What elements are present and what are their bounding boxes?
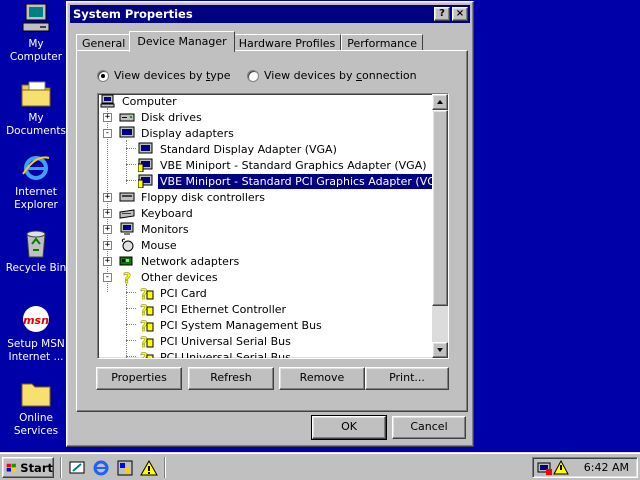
tree-item-computer[interactable]: Computer (100, 94, 179, 109)
tree-item-network-adapters[interactable]: Network adapters (119, 253, 241, 269)
desktop-icon-label: My Computer (9, 38, 63, 63)
start-button[interactable]: Start (2, 457, 54, 478)
internet-explorer-icon (19, 150, 53, 184)
tree-item-disk-drives[interactable]: Disk drives (119, 109, 204, 125)
tree-item-standard-display-adapter[interactable]: Standard Display Adapter (VGA) (138, 141, 339, 157)
tree-item-pci-smbus[interactable]: ? PCI System Management Bus (138, 317, 324, 336)
tray-device-icon[interactable] (537, 460, 553, 476)
start-label: Start (20, 460, 53, 475)
network-adapter-icon (119, 254, 135, 268)
msn-icon: msn (19, 302, 53, 336)
expand-icon[interactable]: + (103, 113, 112, 122)
monitor-warning-icon (137, 158, 154, 173)
windows-logo-icon (6, 463, 16, 472)
title-bar[interactable]: System Properties ? × (70, 5, 470, 23)
computer-icon (100, 94, 116, 108)
tree-item-keyboard[interactable]: Keyboard (119, 205, 195, 221)
svg-text:msn: msn (23, 314, 49, 327)
cancel-button[interactable]: Cancel (392, 416, 466, 439)
tree-item-display-adapters[interactable]: Display adapters (119, 125, 236, 141)
folder-icon (19, 376, 53, 410)
expand-icon[interactable]: + (103, 241, 112, 250)
tree-item-floppy-disk-controllers[interactable]: Floppy disk controllers (119, 189, 267, 205)
properties-button[interactable]: Properties (96, 367, 182, 390)
tree-item-vbe-miniport-pci[interactable]: VBE Miniport - Standard PCI Graphics Ada… (137, 172, 448, 190)
disk-drive-icon (119, 110, 135, 124)
window-title: System Properties (73, 7, 193, 21)
floppy-controller-icon (119, 190, 135, 204)
unknown-device-icon: ? (138, 286, 154, 303)
radio-button[interactable] (247, 69, 259, 82)
tab-device-manager[interactable]: Device Manager (129, 31, 235, 52)
tree-item-vbe-miniport-graphics[interactable]: VBE Miniport - Standard Graphics Adapter… (137, 157, 429, 173)
desktop-icon-my-computer[interactable]: My Computer (0, 2, 72, 64)
desktop-icon-setup-msn[interactable]: msn Setup MSN Internet ... (0, 302, 72, 364)
keyboard-icon (119, 206, 135, 220)
radio-view-by-type[interactable]: View devices by type (97, 69, 231, 82)
tree-item-other-devices[interactable]: ? Other devices (119, 269, 220, 288)
help-button[interactable]: ? (434, 7, 450, 21)
question-mark-icon: ? (119, 270, 135, 288)
ok-button[interactable]: OK (311, 415, 387, 440)
desktop-icon-label: My Documents (6, 112, 66, 137)
mouse-icon (119, 238, 135, 252)
system-properties-window: System Properties ? × General Device Man… (66, 1, 474, 447)
unknown-device-icon: ? (138, 302, 154, 319)
device-manager-panel: View devices by type View devices by con… (76, 50, 468, 412)
device-tree[interactable]: Computer + Disk drives - Display adapter… (97, 93, 449, 359)
scroll-up-button[interactable] (432, 94, 448, 110)
recycle-bin-icon (19, 226, 53, 260)
monitor-warning-icon (137, 174, 154, 189)
desktop-icon-label: Setup MSN Internet ... (7, 338, 65, 363)
tree-item-pci-card[interactable]: ? PCI Card (138, 285, 209, 304)
refresh-button[interactable]: Refresh (188, 367, 274, 390)
close-button[interactable]: × (452, 7, 468, 21)
tab-strip: General Device Manager Hardware Profiles… (76, 30, 423, 52)
collapse-icon[interactable]: - (103, 273, 112, 282)
clock[interactable]: 6:42 AM (584, 461, 629, 474)
radio-button[interactable] (97, 69, 109, 82)
radio-view-by-connection[interactable]: View devices by connection (247, 69, 417, 82)
svg-text:?: ? (123, 271, 131, 284)
tree-item-monitors[interactable]: Monitors (119, 221, 191, 237)
monitor-icon (119, 222, 135, 236)
desktop-icon-label: Recycle Bin (5, 262, 67, 274)
folder-icon (19, 76, 53, 110)
collapse-icon[interactable]: - (103, 129, 112, 138)
display-adapter-icon (119, 126, 135, 140)
monitor-icon (138, 142, 154, 156)
tree-item-pci-usb[interactable]: ? PCI Universal Serial Bus (138, 333, 293, 352)
quick-launch-ie-icon[interactable] (92, 459, 110, 477)
desktop-icon-my-documents[interactable]: My Documents (0, 76, 72, 138)
expand-icon[interactable]: + (103, 193, 112, 202)
expand-icon[interactable]: + (103, 225, 112, 234)
desktop-icon-label: Online Services (13, 412, 59, 437)
unknown-device-icon: ? (138, 318, 154, 335)
remove-button[interactable]: Remove (279, 367, 365, 390)
quick-launch-desktop-icon[interactable] (68, 459, 86, 477)
unknown-device-icon: ? (138, 350, 154, 358)
tree-scrollbar[interactable] (432, 94, 448, 358)
system-tray: 6:42 AM (532, 457, 638, 478)
expand-icon[interactable]: + (103, 209, 112, 218)
print-button[interactable]: Print... (365, 367, 449, 390)
quick-launch-warning-icon[interactable] (140, 459, 158, 477)
tray-warning-icon[interactable] (553, 460, 569, 476)
radio-label: View devices by connection (264, 69, 417, 82)
desktop-icon-recycle-bin[interactable]: Recycle Bin (0, 226, 72, 275)
desktop-icon-internet-explorer[interactable]: Internet Explorer (0, 150, 72, 212)
scroll-down-button[interactable] (432, 342, 448, 358)
tree-item-mouse[interactable]: Mouse (119, 237, 179, 253)
my-computer-icon (19, 2, 53, 36)
unknown-device-icon: ? (138, 334, 154, 351)
tree-item-pci-ethernet[interactable]: ? PCI Ethernet Controller (138, 301, 288, 320)
tree-item-pci-usb-2[interactable]: ? PCI Universal Serial Bus (138, 349, 293, 358)
taskbar: Start 6:42 AM (0, 452, 640, 480)
expand-icon[interactable]: + (103, 257, 112, 266)
quick-launch-channels-icon[interactable] (116, 459, 134, 477)
scroll-thumb[interactable] (432, 110, 448, 306)
desktop-icon-label: Internet Explorer (14, 186, 58, 211)
desktop-icon-online-services[interactable]: Online Services (0, 376, 72, 438)
radio-label: View devices by type (114, 69, 231, 82)
